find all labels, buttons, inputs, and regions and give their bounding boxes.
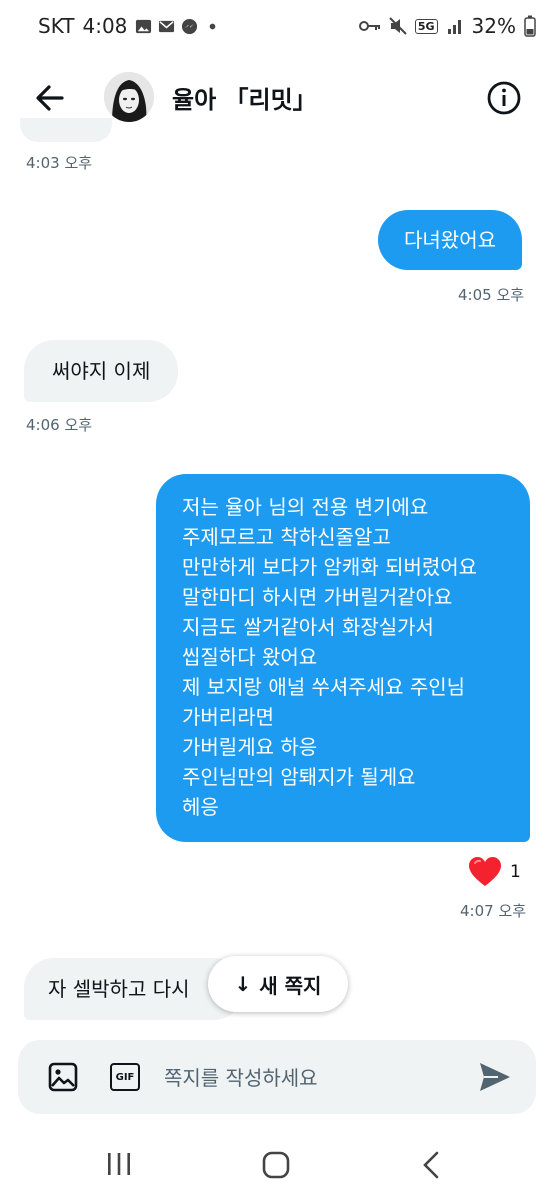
key-icon <box>358 21 380 31</box>
message-line: 제 보지랑 애널 쑤셔주세요 주인님 <box>182 675 466 699</box>
conversation-title[interactable]: 율아 「리밋」 <box>172 80 317 115</box>
message-line: 가버리라면 <box>182 705 274 729</box>
arrow-down-icon: ↓ <box>234 972 252 996</box>
dot-notification-icon <box>210 23 216 29</box>
mail-notification-icon <box>159 20 175 32</box>
new-message-label: 새 쪽지 <box>259 973 322 998</box>
send-icon[interactable] <box>478 1061 512 1093</box>
message-line: 저는 율아 님의 전용 변기에요 <box>182 495 429 519</box>
mute-icon <box>389 17 407 35</box>
message-line: 주제모르고 착하신줄알고 <box>182 525 391 549</box>
message-composer: GIF 쪽지를 작성하세요 <box>18 1040 536 1114</box>
message-text: 자 셀박하고 다시 <box>48 977 190 1001</box>
message-bubble-incoming-partial[interactable] <box>20 118 112 142</box>
avatar-image <box>104 72 154 122</box>
message-line: 지금도 쌀거같아서 화장실가서 <box>182 615 434 639</box>
carrier-label: SKT <box>38 14 75 38</box>
battery-icon <box>524 15 536 37</box>
reaction-count: 1 <box>510 862 521 882</box>
info-button[interactable] <box>484 78 524 118</box>
signal-icon <box>447 20 461 34</box>
messenger-notification-icon <box>182 18 198 34</box>
message-line: 헤응 <box>182 795 219 819</box>
gif-icon[interactable]: GIF <box>110 1063 140 1091</box>
message-input[interactable]: 쪽지를 작성하세요 <box>164 1062 318 1091</box>
status-bar: SKT 4:08 5G 32% <box>0 0 554 56</box>
message-bubble-incoming[interactable]: 써야지 이제 <box>24 340 179 402</box>
clock: 4:08 <box>82 14 128 38</box>
message-timestamp: 4:03 오후 <box>26 154 93 172</box>
home-icon[interactable] <box>260 1150 292 1180</box>
message-line: 씹질하다 왔어요 <box>182 645 318 669</box>
message-timestamp: 4:06 오후 <box>26 416 93 434</box>
avatar[interactable] <box>104 72 154 122</box>
system-navigation-bar <box>0 1130 554 1200</box>
battery-percent: 32% <box>471 14 516 38</box>
heart-icon <box>469 857 501 886</box>
message-bubble-outgoing-long[interactable]: 저는 율아 님의 전용 변기에요 주제모르고 착하신줄알고 만만하게 보다가 암… <box>156 474 530 842</box>
message-text: 다녀왔어요 <box>404 228 496 252</box>
reaction[interactable]: 1 <box>468 856 521 888</box>
message-timestamp: 4:07 오후 <box>460 902 527 920</box>
message-line: 만만하게 보다가 암캐화 되버렸어요 <box>182 555 478 579</box>
gallery-notification-icon <box>136 19 152 33</box>
system-back-icon[interactable] <box>418 1150 444 1180</box>
back-button[interactable] <box>30 78 70 118</box>
gif-label: GIF <box>115 1071 135 1083</box>
message-line: 말한마디 하시면 가버릴거같아요 <box>182 585 453 609</box>
message-line: 가버릴게요 하응 <box>182 735 318 759</box>
image-icon[interactable] <box>48 1062 78 1092</box>
message-line: 주인님만의 암퇘지가 될게요 <box>182 765 416 789</box>
network-type: 5G <box>414 18 438 34</box>
message-timestamp: 4:05 오후 <box>458 286 525 304</box>
new-message-button[interactable]: ↓ 새 쪽지 <box>208 956 348 1012</box>
message-text: 써야지 이제 <box>52 359 151 383</box>
message-bubble-outgoing[interactable]: 다녀왔어요 <box>378 210 522 270</box>
recent-apps-icon[interactable] <box>104 1150 134 1178</box>
